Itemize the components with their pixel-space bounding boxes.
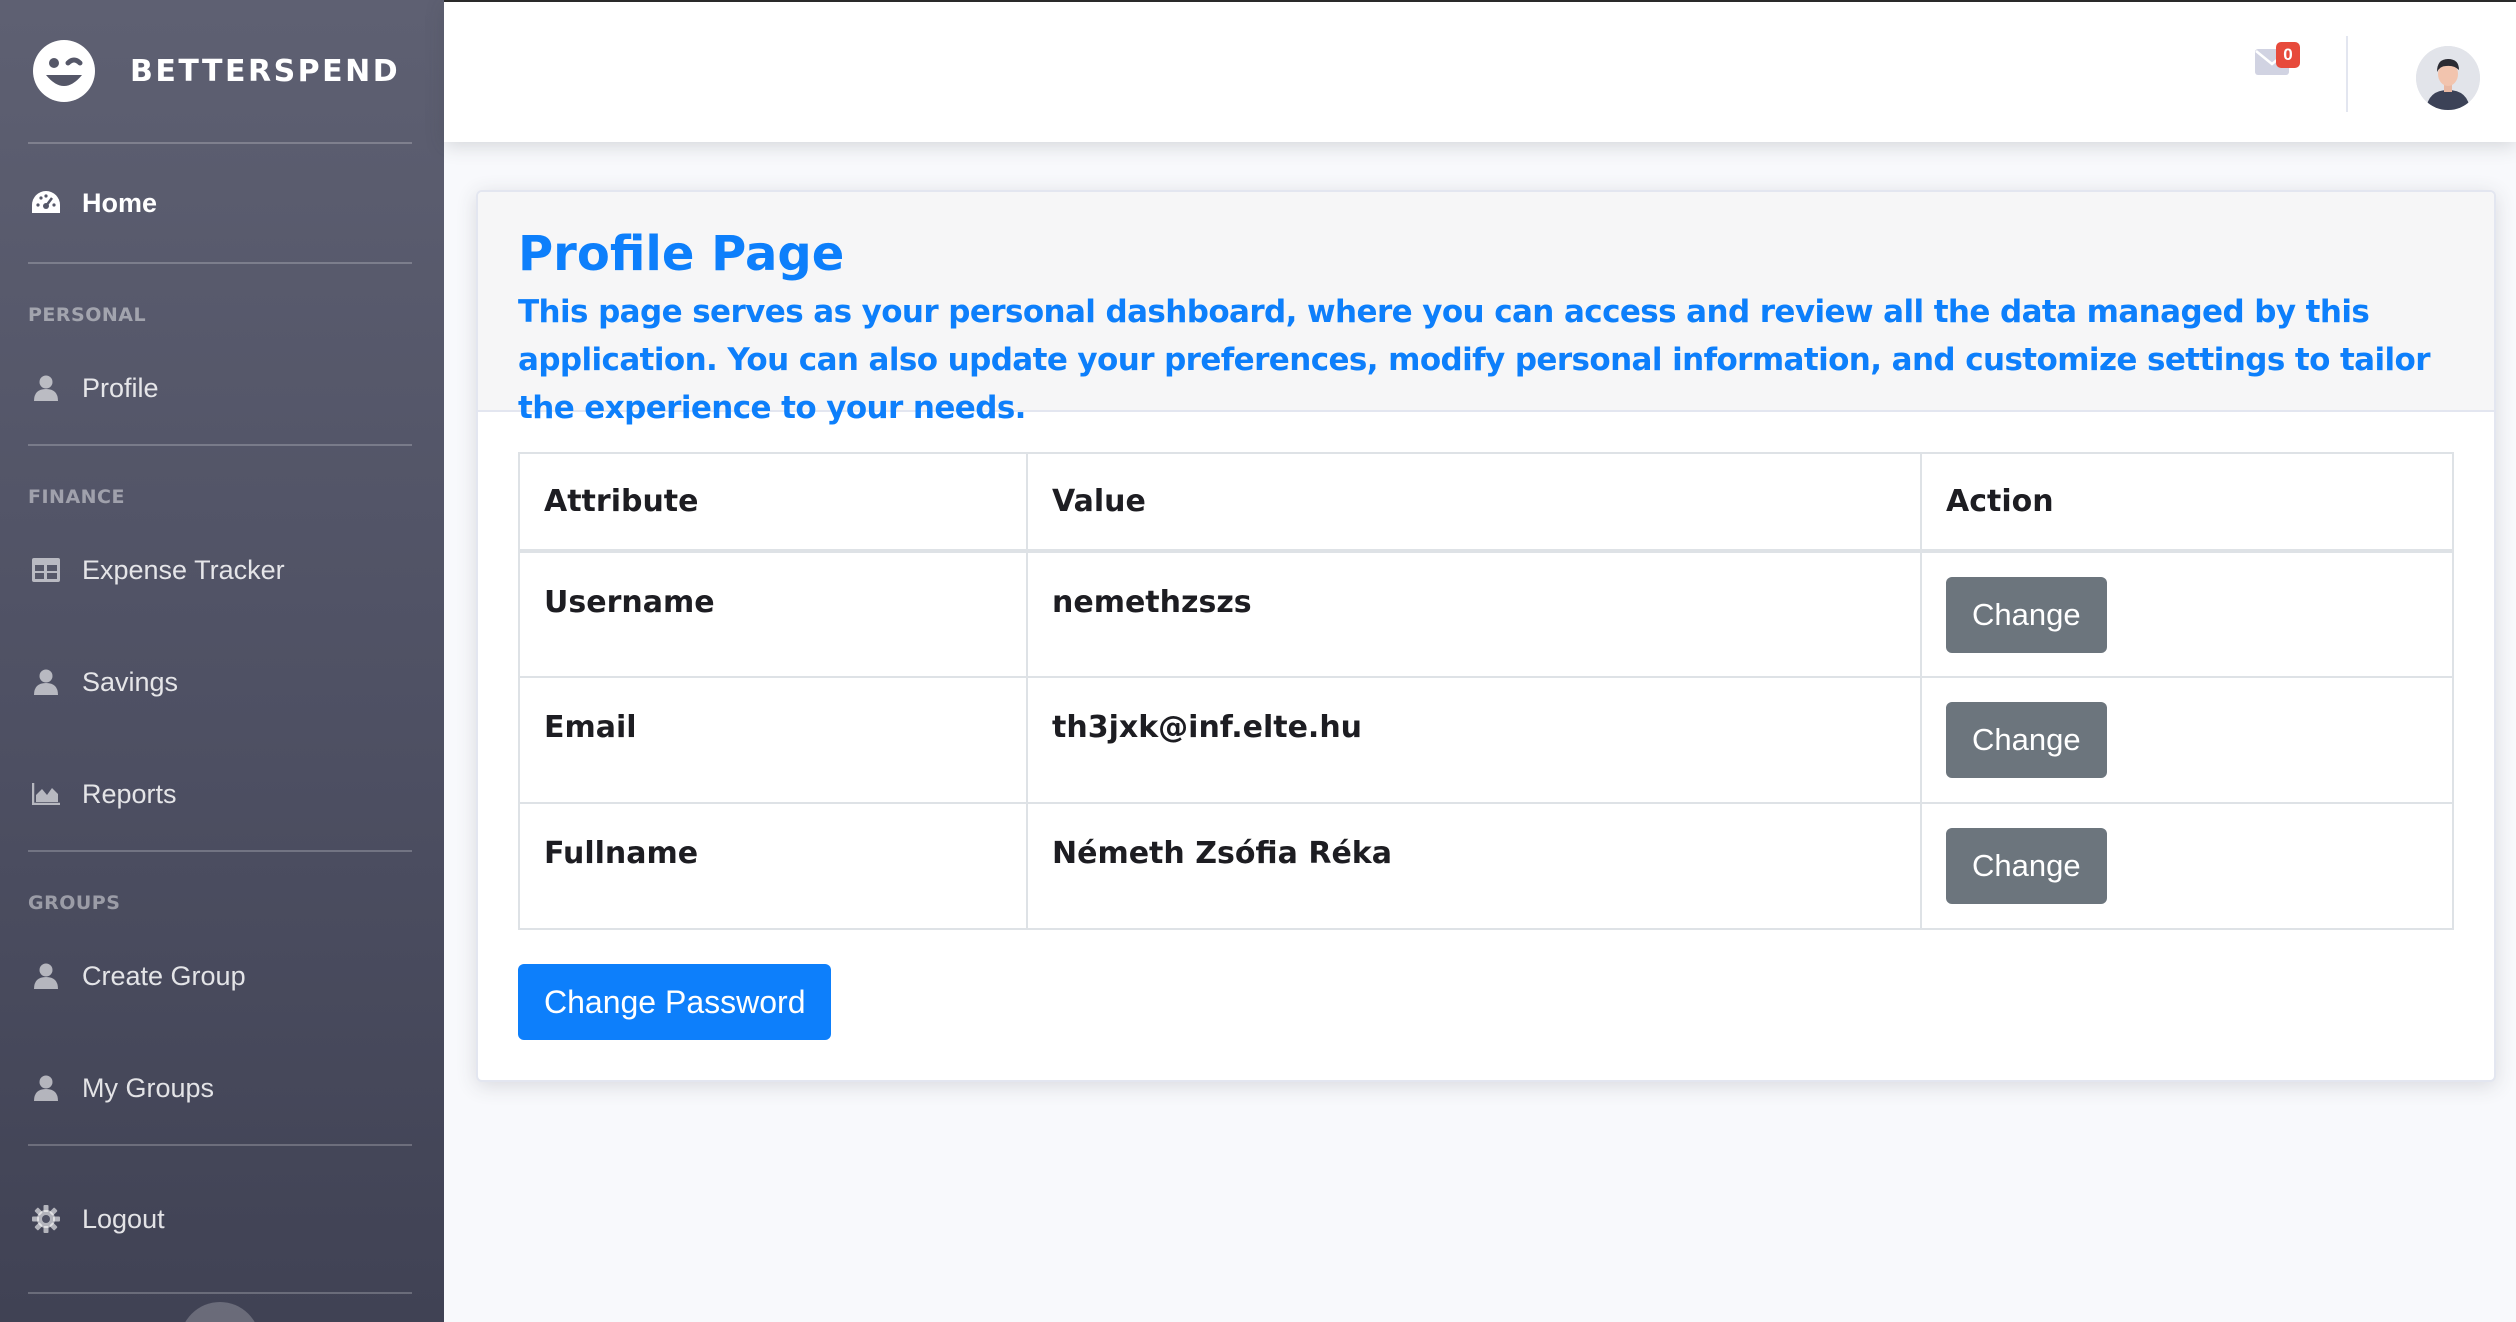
sidebar-toggle-button[interactable]	[180, 1302, 260, 1322]
profile-card-header: Profile Page This page serves as your pe…	[478, 192, 2494, 426]
sidebar-item-savings[interactable]: Savings	[0, 626, 444, 738]
sidebar-item-label: Profile	[82, 372, 159, 403]
action-cell: Change	[1920, 550, 2454, 678]
messages-count-badge: 0	[2276, 42, 2300, 68]
sidebar-divider	[28, 1292, 412, 1294]
change-username-button[interactable]: Change	[1946, 577, 2107, 653]
sidebar-item-reports[interactable]: Reports	[0, 738, 444, 850]
user-icon	[30, 1072, 62, 1104]
sidebar-item-my-groups[interactable]: My Groups	[0, 1032, 444, 1144]
sidebar-item-home[interactable]: Home	[0, 144, 444, 262]
action-cell: Change	[1920, 802, 2454, 930]
brand[interactable]: BETTERSPEND	[0, 0, 444, 142]
sidebar-item-label: Home	[82, 187, 158, 218]
app-root: BETTERSPEND Home PERSONAL Profile FINANC…	[0, 0, 2516, 1322]
page-description: This page serves as your personal dashbo…	[518, 293, 2431, 426]
sidebar-item-label: Expense Tracker	[82, 554, 285, 585]
user-icon	[30, 372, 62, 404]
change-fullname-button[interactable]: Change	[1946, 828, 2107, 904]
value-cell: nemethzszs	[1026, 550, 1922, 678]
attribute-cell: Email	[518, 676, 1028, 804]
value-cell: th3jxk@inf.elte.hu	[1026, 676, 1922, 804]
attribute-cell: Username	[518, 550, 1028, 678]
table-row: Username nemethzszs Change	[518, 550, 2454, 678]
sidebar-item-logout[interactable]: Logout	[0, 1146, 444, 1292]
area-chart-icon	[30, 778, 62, 810]
column-header-action: Action	[1920, 452, 2454, 553]
change-password-button[interactable]: Change Password	[518, 964, 832, 1040]
change-email-button[interactable]: Change	[1946, 702, 2107, 778]
tachometer-icon	[30, 187, 62, 219]
sidebar-heading-groups: GROUPS	[28, 892, 121, 914]
sidebar-item-profile[interactable]: Profile	[0, 332, 444, 444]
value-cell: Németh Zsófia Réka	[1026, 802, 1922, 930]
user-avatar-icon[interactable]	[2416, 46, 2480, 110]
sidebar-item-label: Reports	[82, 778, 177, 809]
sidebar-item-create-group[interactable]: Create Group	[0, 920, 444, 1032]
smiley-wink-icon	[32, 39, 96, 103]
sidebar-item-label: My Groups	[82, 1072, 215, 1103]
topbar-divider	[2346, 36, 2348, 112]
brand-name: BETTERSPEND	[130, 53, 401, 89]
table-row: Fullname Németh Zsófia Réka Change	[518, 802, 2454, 930]
column-header-attribute: Attribute	[518, 452, 1028, 553]
table-header-row: Attribute Value Action	[518, 452, 2454, 553]
sidebar: BETTERSPEND Home PERSONAL Profile FINANC…	[0, 0, 444, 1322]
sidebar-heading-personal: PERSONAL	[28, 304, 147, 326]
sidebar-item-label: Savings	[82, 666, 179, 697]
profile-card-body: Attribute Value Action Username nemethzs…	[478, 412, 2494, 1080]
column-header-value: Value	[1026, 452, 1922, 553]
user-icon	[30, 960, 62, 992]
gear-icon	[30, 1203, 62, 1235]
topbar: 0	[444, 0, 2516, 142]
page-title: Profile Page	[518, 226, 845, 282]
main-content: 0 Profile Page This page serves as your …	[444, 0, 2516, 1322]
action-cell: Change	[1920, 676, 2454, 804]
user-icon	[30, 666, 62, 698]
profile-card: Profile Page This page serves as your pe…	[476, 190, 2496, 1082]
table-icon	[30, 554, 62, 586]
table-row: Email th3jxk@inf.elte.hu Change	[518, 676, 2454, 804]
sidebar-item-label: Logout	[82, 1203, 165, 1234]
profile-table: Attribute Value Action Username nemethzs…	[518, 452, 2454, 930]
sidebar-heading-finance: FINANCE	[28, 486, 125, 508]
attribute-cell: Fullname	[518, 802, 1028, 930]
sidebar-item-expense-tracker[interactable]: Expense Tracker	[0, 514, 444, 626]
sidebar-item-label: Create Group	[82, 960, 246, 991]
